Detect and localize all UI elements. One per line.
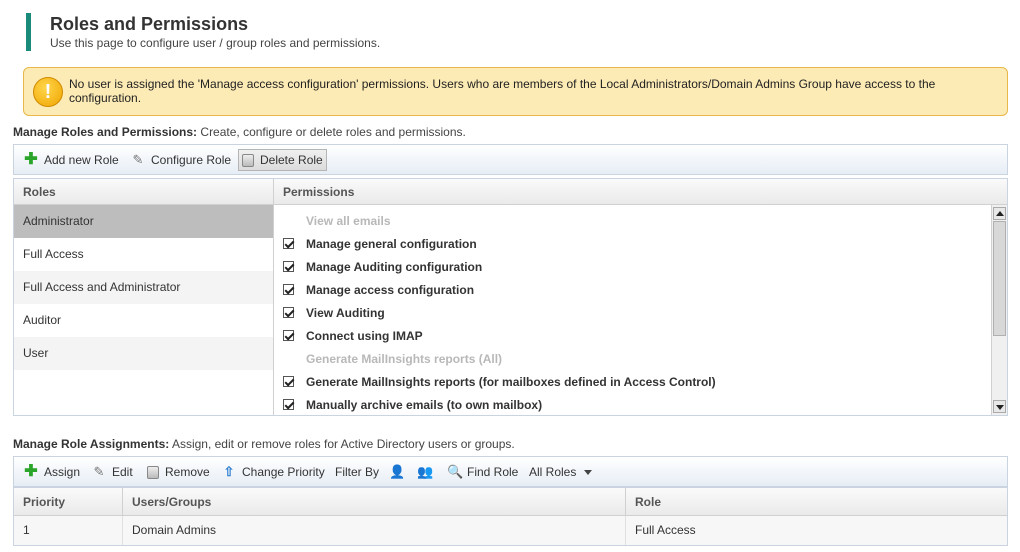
role-item-full-access-and-administrator[interactable]: Full Access and Administrator <box>14 271 273 304</box>
user-filter-icon: 👤 <box>389 464 406 479</box>
permission-checkbox[interactable] <box>283 261 294 272</box>
add-new-role-button[interactable]: ✚ Add new Role <box>21 149 122 171</box>
scroll-down-arrow-icon[interactable] <box>993 400 1006 413</box>
change-priority-button[interactable]: ⇧ Change Priority <box>219 461 328 483</box>
chevron-down-icon <box>584 469 593 475</box>
role-item-user[interactable]: User <box>14 337 273 370</box>
column-header-users-groups[interactable]: Users/Groups <box>123 488 626 516</box>
permission-label: Connect using IMAP <box>306 328 423 343</box>
remove-button[interactable]: Remove <box>144 461 213 483</box>
permission-label: View Auditing <box>306 305 385 320</box>
filter-users-button[interactable]: 👤 <box>386 461 412 483</box>
role-item-auditor[interactable]: Auditor <box>14 304 273 337</box>
permission-label: Manually archive emails (to own mailbox) <box>306 397 543 412</box>
assignments-toolbar: ✚ Assign ✎ Edit Remove ⇧ Change Priority… <box>13 456 1008 487</box>
table-cell-priority[interactable]: 1 <box>14 516 123 545</box>
permissions-column-header: Permissions <box>274 179 1007 205</box>
assign-label: Assign <box>44 465 81 479</box>
recycle-bin-icon <box>147 465 159 479</box>
permission-label: Manage general configuration <box>306 236 477 251</box>
permission-item[interactable]: Manage Auditing configuration <box>275 255 991 278</box>
configure-role-button[interactable]: ✎ Configure Role <box>128 149 234 171</box>
page-subtitle: Use this page to configure user / group … <box>50 36 381 50</box>
scrollbar-thumb[interactable] <box>993 221 1006 336</box>
group-filter-icon: 👥 <box>417 464 434 479</box>
permission-item[interactable]: Generate MailInsights reports (for mailb… <box>275 370 991 393</box>
permission-label: View all emails <box>306 213 391 228</box>
plus-icon: ✚ <box>24 151 38 168</box>
filter-groups-button[interactable]: 👥 <box>414 461 440 483</box>
permission-item: View all emails <box>275 209 991 232</box>
permission-label: Manage access configuration <box>306 282 475 297</box>
page-title: Roles and Permissions <box>50 14 249 34</box>
assignments-section-label-bold: Manage Role Assignments: <box>13 437 170 451</box>
roles-toolbar: ✚ Add new Role ✎ Configure Role Delete R… <box>13 144 1008 175</box>
add-new-role-label: Add new Role <box>44 153 119 167</box>
page-header: Roles and Permissions Use this page to c… <box>26 13 380 51</box>
assign-button[interactable]: ✚ Assign <box>21 461 83 483</box>
table-cell-role[interactable]: Full Access <box>626 516 1007 545</box>
table-cell-users-groups[interactable]: Domain Admins <box>123 516 626 545</box>
change-priority-label: Change Priority <box>242 465 325 479</box>
permission-checkbox[interactable] <box>283 330 294 341</box>
permission-item: Generate MailInsights reports (All) <box>275 347 991 370</box>
column-header-role[interactable]: Role <box>626 488 1007 516</box>
configure-role-label: Configure Role <box>151 153 232 167</box>
scroll-up-arrow-icon[interactable] <box>993 207 1006 220</box>
permission-item[interactable]: Manually archive emails (to own mailbox) <box>275 393 991 416</box>
permissions-list: View all emails Manage general configura… <box>275 205 991 415</box>
roles-permissions-panel: Roles Permissions Administrator Full Acc… <box>13 178 1008 416</box>
assignments-section-label: Manage Role Assignments: Assign, edit or… <box>13 437 515 451</box>
roles-section-label-text: Create, configure or delete roles and pe… <box>197 125 466 139</box>
column-header-priority[interactable]: Priority <box>14 488 123 516</box>
edit-button[interactable]: ✎ Edit <box>89 461 136 483</box>
permission-label: Generate MailInsights reports (All) <box>306 351 503 366</box>
remove-label: Remove <box>165 465 210 479</box>
permission-item[interactable]: Manage access configuration <box>275 278 991 301</box>
warning-banner: ! No user is assigned the 'Manage access… <box>23 67 1008 116</box>
plus-icon: ✚ <box>24 463 38 480</box>
roles-section-label: Manage Roles and Permissions: Create, co… <box>13 125 466 139</box>
delete-role-button[interactable]: Delete Role <box>238 149 327 171</box>
edit-icon: ✎ <box>132 152 144 167</box>
role-item-full-access[interactable]: Full Access <box>14 238 273 271</box>
assignments-section-label-text: Assign, edit or remove roles for Active … <box>169 437 515 451</box>
recycle-bin-icon <box>242 153 254 167</box>
arrow-up-icon: ⇧ <box>223 464 235 479</box>
find-role-button[interactable]: 🔍 Find Role <box>444 461 521 483</box>
permission-checkbox[interactable] <box>283 399 294 410</box>
permission-checkbox[interactable] <box>283 376 294 387</box>
edit-icon: ✎ <box>93 464 105 479</box>
permission-label: Generate MailInsights reports (for mailb… <box>306 374 716 389</box>
permissions-scrollbar[interactable] <box>991 205 1007 415</box>
permission-checkbox[interactable] <box>283 307 294 318</box>
roles-section-label-bold: Manage Roles and Permissions: <box>13 125 198 139</box>
find-role-label: Find Role <box>467 465 519 479</box>
assignments-table: Priority Users/Groups Role 1 Domain Admi… <box>13 487 1008 546</box>
roles-list: Administrator Full Access Full Access an… <box>14 205 274 415</box>
permission-checkbox[interactable] <box>283 238 294 249</box>
roles-column-header: Roles <box>14 179 274 205</box>
roles-filter-value: All Roles <box>529 465 577 479</box>
role-item-administrator[interactable]: Administrator <box>14 205 273 238</box>
search-icon: 🔍 <box>447 464 464 479</box>
filter-by-label: Filter By <box>335 465 380 479</box>
permission-item[interactable]: View Auditing <box>275 301 991 324</box>
permission-checkbox[interactable] <box>283 284 294 295</box>
permission-item[interactable]: Connect using IMAP <box>275 324 991 347</box>
roles-filter-dropdown[interactable]: All Roles <box>526 461 595 483</box>
delete-role-label: Delete Role <box>260 153 323 167</box>
warning-icon: ! <box>33 77 63 107</box>
permission-label: Manage Auditing configuration <box>306 259 483 274</box>
warning-text: No user is assigned the 'Manage access c… <box>69 77 936 105</box>
edit-label: Edit <box>112 465 133 479</box>
permission-item[interactable]: Manage general configuration <box>275 232 991 255</box>
